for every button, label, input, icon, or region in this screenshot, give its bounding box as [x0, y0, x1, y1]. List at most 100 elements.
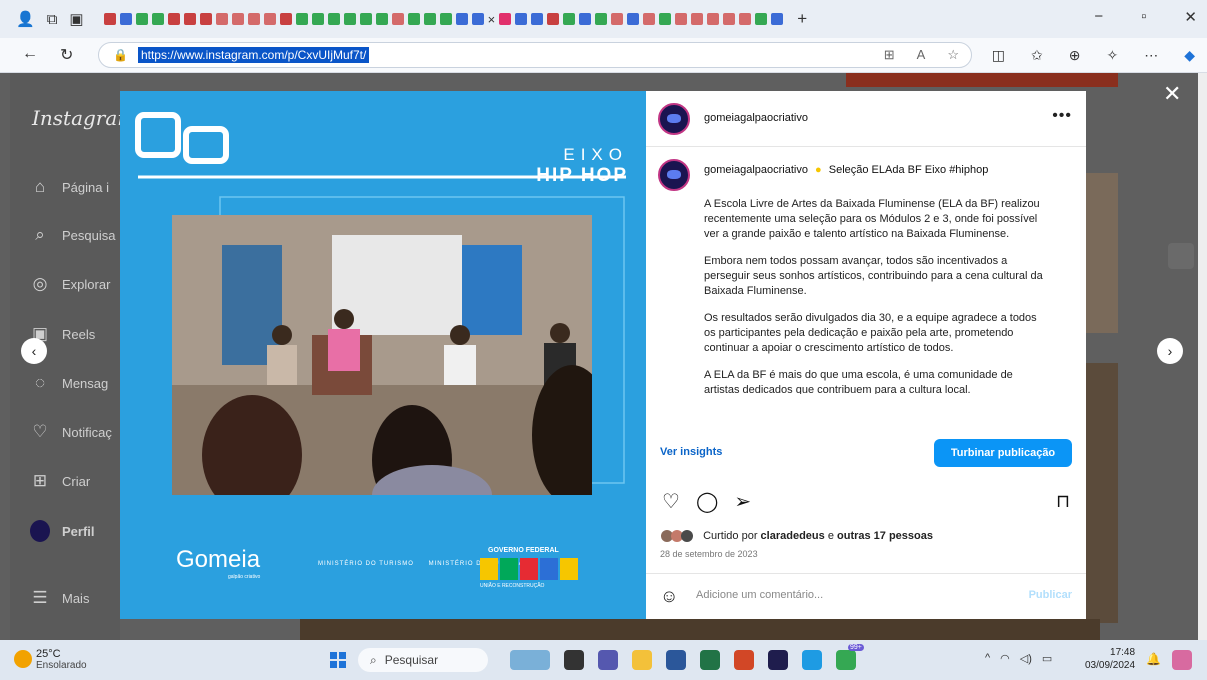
tab[interactable]: [455, 13, 468, 25]
wifi-icon[interactable]: ◠: [1000, 652, 1010, 665]
caption-username[interactable]: gomeiagalpaocriativo: [704, 164, 808, 176]
taskbar-clock[interactable]: 17:48 03/09/2024: [1085, 646, 1135, 672]
tab[interactable]: [231, 13, 244, 25]
tab[interactable]: [167, 13, 180, 25]
tab[interactable]: [595, 13, 608, 25]
view-insights-link[interactable]: Ver insights: [660, 446, 722, 458]
tab[interactable]: [391, 13, 404, 25]
sidebar-item-notifications[interactable]: ♡ Notificaç: [30, 422, 111, 442]
tab[interactable]: [739, 13, 752, 25]
tab[interactable]: [279, 13, 292, 25]
tab[interactable]: [723, 13, 736, 25]
file-explorer-icon[interactable]: [632, 650, 652, 670]
taskbar-search[interactable]: ⌕ Pesquisar: [358, 648, 488, 672]
tab[interactable]: [531, 13, 544, 25]
tab[interactable]: [135, 13, 148, 25]
edge-icon[interactable]: [802, 650, 822, 670]
word-icon[interactable]: [666, 650, 686, 670]
tab[interactable]: [547, 13, 560, 25]
tab[interactable]: [327, 13, 340, 25]
sidebar-item-search[interactable]: ⌕ Pesquisa: [30, 225, 115, 245]
tab[interactable]: [151, 13, 164, 25]
save-bookmark-icon[interactable]: ⊓: [1056, 491, 1070, 512]
tab[interactable]: [755, 13, 768, 25]
sidebar-item-explore[interactable]: ◎ Explorar: [30, 274, 111, 294]
likes-others-link[interactable]: outras 17 pessoas: [837, 530, 933, 542]
powerpoint-icon[interactable]: [734, 650, 754, 670]
weather-widget[interactable]: 25°C Ensolarado: [36, 648, 87, 672]
page-scrollbar[interactable]: [1198, 73, 1207, 640]
profile-icon[interactable]: 👤: [16, 10, 35, 28]
file-app-icon[interactable]: [564, 650, 584, 670]
tab-active[interactable]: [499, 13, 512, 25]
tab-actions-icon[interactable]: ▣: [69, 10, 83, 28]
favorite-star-icon[interactable]: ☆: [947, 47, 959, 63]
extensions-icon[interactable]: ✧: [1106, 47, 1118, 64]
tab[interactable]: [771, 13, 784, 25]
sidebar-item-messages[interactable]: ◌ Mensag: [30, 373, 108, 393]
boost-post-button[interactable]: Turbinar publicação: [934, 439, 1072, 467]
read-aloud-icon[interactable]: A: [917, 47, 926, 63]
tab[interactable]: [407, 13, 420, 25]
author-avatar[interactable]: [658, 103, 690, 135]
more-options-icon[interactable]: •••: [1052, 107, 1072, 125]
copilot-icon[interactable]: ◆: [1184, 47, 1195, 64]
volume-icon[interactable]: ◁): [1020, 652, 1032, 665]
tab[interactable]: [515, 13, 528, 25]
minimize-button[interactable]: −: [1094, 8, 1103, 26]
tab[interactable]: [643, 13, 656, 25]
tab[interactable]: [471, 13, 484, 25]
tab[interactable]: [691, 13, 704, 25]
comment-input[interactable]: Adicione um comentário...: [696, 589, 823, 601]
workspaces-icon[interactable]: ⧉: [47, 11, 58, 28]
tab[interactable]: [119, 13, 132, 25]
notification-bell-icon[interactable]: 🔔: [1146, 652, 1161, 666]
tab[interactable]: [423, 13, 436, 25]
tray-chevron-icon[interactable]: ^: [985, 652, 990, 665]
sidebar-item-home[interactable]: ⌂ Página i: [30, 177, 109, 197]
premiere-icon[interactable]: [768, 650, 788, 670]
tab[interactable]: [707, 13, 720, 25]
windows-start-icon[interactable]: [330, 652, 346, 668]
url-field[interactable]: 🔒 https://www.instagram.com/p/CxvUIjMuf7…: [98, 42, 972, 68]
tab[interactable]: [199, 13, 212, 25]
post-image[interactable]: EIXO HIP HOP Gomeia galpão criativo MINI…: [120, 91, 646, 619]
weather-sun-icon[interactable]: [14, 650, 32, 668]
tab[interactable]: [375, 13, 388, 25]
emoji-icon[interactable]: ☺: [660, 586, 678, 607]
tab[interactable]: [563, 13, 576, 25]
collections-icon[interactable]: ⊕: [1069, 47, 1081, 64]
teams-icon[interactable]: [598, 650, 618, 670]
tab[interactable]: [659, 13, 672, 25]
tab[interactable]: [263, 13, 276, 25]
like-heart-icon[interactable]: ♡: [662, 489, 680, 514]
close-modal-icon[interactable]: ✕: [1163, 81, 1181, 107]
comment-icon[interactable]: ◯: [696, 489, 718, 514]
tab[interactable]: [343, 13, 356, 25]
previous-post-arrow-icon[interactable]: ‹: [21, 338, 47, 364]
tab[interactable]: [611, 13, 624, 25]
tab[interactable]: [247, 13, 260, 25]
tab[interactable]: [215, 13, 228, 25]
caption-avatar[interactable]: [658, 159, 690, 191]
tab[interactable]: [103, 13, 116, 25]
copilot-taskbar-icon[interactable]: [1172, 650, 1192, 670]
back-icon[interactable]: ←: [22, 45, 38, 65]
close-window-button[interactable]: ✕: [1184, 8, 1197, 26]
excel-icon[interactable]: [700, 650, 720, 670]
tab[interactable]: [579, 13, 592, 25]
app-available-icon[interactable]: ⊞: [884, 47, 895, 63]
lock-icon[interactable]: 🔒: [113, 48, 128, 62]
sidebar-item-create[interactable]: ⊞ Criar: [30, 471, 90, 491]
author-username[interactable]: gomeiagalpaocriativo: [704, 112, 808, 124]
liker-username[interactable]: claradedeus: [761, 530, 825, 542]
share-icon[interactable]: ➢: [734, 489, 751, 514]
favorites-icon[interactable]: ✩: [1031, 47, 1043, 64]
whatsapp-icon[interactable]: 99+: [836, 644, 864, 670]
sidebar-item-profile[interactable]: Perfil: [30, 520, 95, 542]
tab[interactable]: [183, 13, 196, 25]
sidebar-item-more[interactable]: ☰ Mais: [30, 588, 89, 608]
tab[interactable]: [675, 13, 688, 25]
widget-app-icon[interactable]: [510, 650, 550, 670]
new-tab-button[interactable]: +: [797, 9, 807, 29]
